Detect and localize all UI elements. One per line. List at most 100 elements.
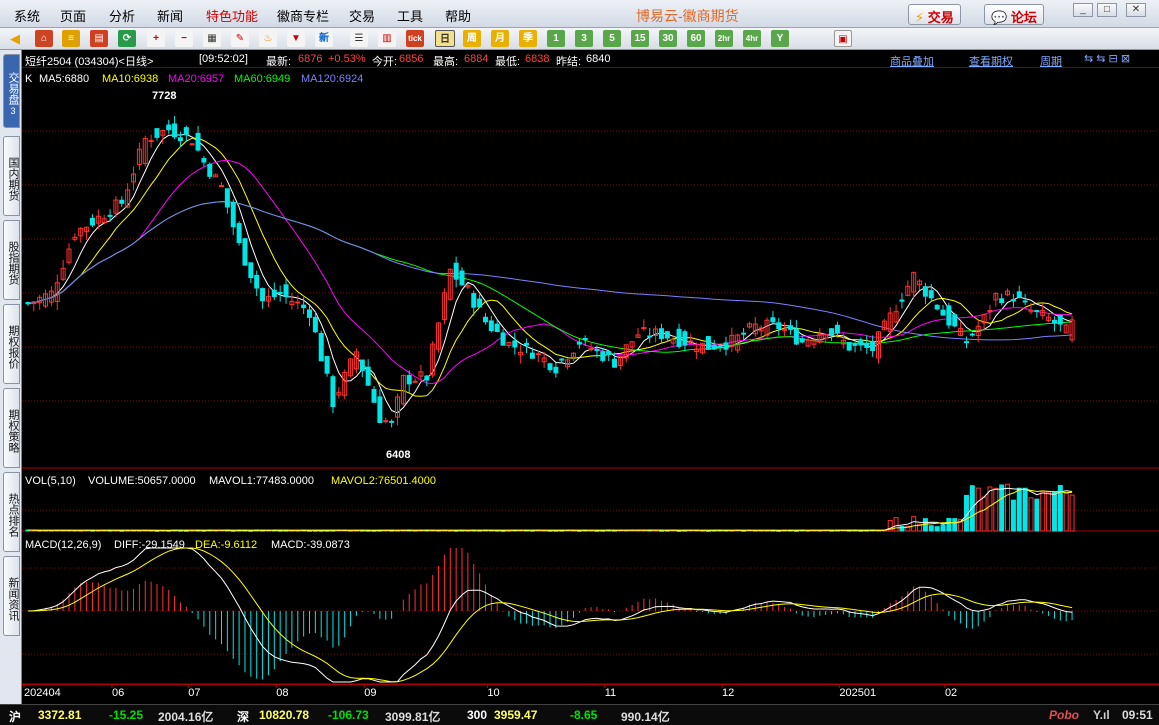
view-options-link[interactable]: 查看期权 — [969, 53, 1013, 69]
candle-body — [553, 366, 559, 374]
menu-item-tools[interactable]: 工具 — [397, 6, 423, 25]
nav-arrows-icon[interactable]: ⇆ ⇆ ⊟ ⊠ — [1084, 52, 1130, 65]
candle-body — [254, 274, 260, 289]
period-button-60[interactable]: 60 — [687, 30, 705, 47]
menu-item-news[interactable]: 新闻 — [157, 6, 183, 25]
home-icon[interactable]: ⌂ — [35, 30, 53, 47]
zoom-in-icon[interactable]: + — [147, 30, 165, 47]
period-button-30[interactable]: 30 — [659, 30, 677, 47]
candle-body — [412, 380, 418, 383]
back-arrow-icon[interactable]: ◀ — [6, 30, 24, 47]
macd-title: MACD(12,26,9) — [25, 539, 101, 551]
side-tab-option-strategy[interactable]: 期权策略 — [3, 388, 20, 468]
candle-body — [922, 286, 928, 297]
tick-icon[interactable]: tick — [406, 30, 424, 47]
menu-item-system[interactable]: 系统 — [14, 6, 40, 25]
mavol1-legend: MAVOL1:77483.0000 — [209, 475, 314, 487]
change-value: +0.53% — [328, 53, 366, 65]
volume-bar — [1022, 487, 1028, 532]
stack-icon[interactable]: ≡ — [62, 30, 80, 47]
open-value: 6856 — [399, 53, 424, 65]
minimize-button[interactable]: _ — [1073, 3, 1093, 17]
candle-body — [324, 355, 330, 374]
quote-time: [09:52:02] — [199, 53, 248, 65]
period-button-1[interactable]: 1 — [547, 30, 565, 47]
side-tab-domestic-futures[interactable]: 国内期货 — [3, 136, 20, 216]
sz-label: 深 — [237, 710, 250, 724]
table-icon[interactable]: ☰ — [350, 30, 368, 47]
restore-button[interactable]: □ — [1097, 3, 1117, 17]
candle-body — [25, 302, 31, 305]
chart-list-icon[interactable]: ▤ — [90, 30, 108, 47]
candle-body — [177, 137, 183, 142]
period-button-day[interactable]: 日 — [435, 30, 455, 47]
idx300-change: -8.65 — [570, 708, 598, 722]
bar-chart-icon[interactable]: ▥ — [378, 30, 396, 47]
filter-icon[interactable]: ▼ — [287, 30, 305, 47]
candle-body — [207, 164, 213, 177]
side-tab-trade-panel[interactable]: 交易盘3 — [3, 54, 20, 128]
candle-body — [858, 340, 864, 346]
x-axis-label: 12 — [722, 687, 734, 699]
period-button-month[interactable]: 月 — [491, 30, 509, 47]
period-button-year[interactable]: Y — [771, 30, 789, 47]
candle-body — [899, 299, 905, 302]
period-button-week[interactable]: 周 — [463, 30, 481, 47]
side-tab-option-quotes[interactable]: 期权报价 — [3, 304, 20, 384]
high-value: 6884 — [464, 53, 489, 65]
ma60-legend: MA60:6949 — [234, 73, 290, 85]
candle-body — [365, 366, 371, 386]
open-label: 今开: — [372, 56, 398, 68]
app-title: 博易云-徽商期货 — [636, 8, 739, 24]
menu-item-help[interactable]: 帮助 — [445, 6, 471, 25]
candle-body — [1051, 319, 1057, 324]
period-button-4hr[interactable]: 4hr — [743, 30, 761, 47]
volume-bar — [1034, 498, 1040, 532]
refresh-icon[interactable]: ⟳ — [118, 30, 136, 47]
layout-icon[interactable]: ▣ — [834, 30, 852, 47]
menu-item-column[interactable]: 徽商专栏 — [277, 6, 329, 25]
grid-icon[interactable]: ▦ — [203, 30, 221, 47]
chart-area[interactable]: K MA5:6880 MA10:6938 MA20:6957 MA60:6949… — [22, 68, 1159, 704]
forum-button[interactable]: 💬 论坛 — [984, 4, 1044, 25]
period-button-15[interactable]: 15 — [631, 30, 649, 47]
sz-change: -106.73 — [328, 708, 369, 722]
menu-item-analysis[interactable]: 分析 — [109, 6, 135, 25]
bell-icon[interactable]: ♨ — [259, 30, 277, 47]
candle-body — [594, 349, 600, 352]
period-button-3[interactable]: 3 — [575, 30, 593, 47]
candle-body — [306, 309, 312, 318]
period-button-2hr[interactable]: 2hr — [715, 30, 733, 47]
close-button[interactable]: ✕ — [1126, 3, 1146, 17]
trade-button[interactable]: ⚡ 交易 — [908, 4, 961, 25]
overlay-commodity-link[interactable]: 商品叠加 — [890, 53, 934, 69]
menu-item-trade[interactable]: 交易 — [349, 6, 375, 25]
side-tab-index-futures[interactable]: 股指期货 — [3, 220, 20, 300]
candle-body — [782, 328, 788, 331]
vol-title: VOL(5,10) — [25, 475, 76, 487]
candle-body — [934, 304, 940, 310]
side-tab-news[interactable]: 新闻资讯 — [3, 556, 20, 636]
period-link[interactable]: 周期 — [1040, 53, 1062, 69]
status-bar: 沪 3372.81 -15.25 2004.16亿 深 10820.78 -10… — [0, 704, 1159, 725]
candle-body — [987, 309, 993, 312]
menu-item-page[interactable]: 页面 — [60, 6, 86, 25]
volume-bar — [969, 485, 975, 532]
clock: 09:51 — [1122, 708, 1153, 722]
period-button-5[interactable]: 5 — [603, 30, 621, 47]
candle-body — [600, 351, 606, 361]
period-button-quarter[interactable]: 季 — [519, 30, 537, 47]
kline-label: K — [25, 73, 33, 85]
menu-item-features[interactable]: 特色功能 — [206, 6, 258, 25]
pen-icon[interactable]: ✎ — [231, 30, 249, 47]
zoom-out-icon[interactable]: − — [175, 30, 193, 47]
high-annotation: 7728 — [152, 90, 176, 102]
candle-body — [488, 320, 494, 332]
side-tab-hot-ranking[interactable]: 热点排名 — [3, 472, 20, 552]
candle-body — [717, 345, 723, 348]
x-axis-label: 08 — [276, 687, 288, 699]
candle-body — [482, 316, 488, 323]
candle-body — [471, 293, 477, 308]
volume-bar — [952, 518, 958, 532]
new-icon[interactable]: 新 — [315, 30, 333, 47]
